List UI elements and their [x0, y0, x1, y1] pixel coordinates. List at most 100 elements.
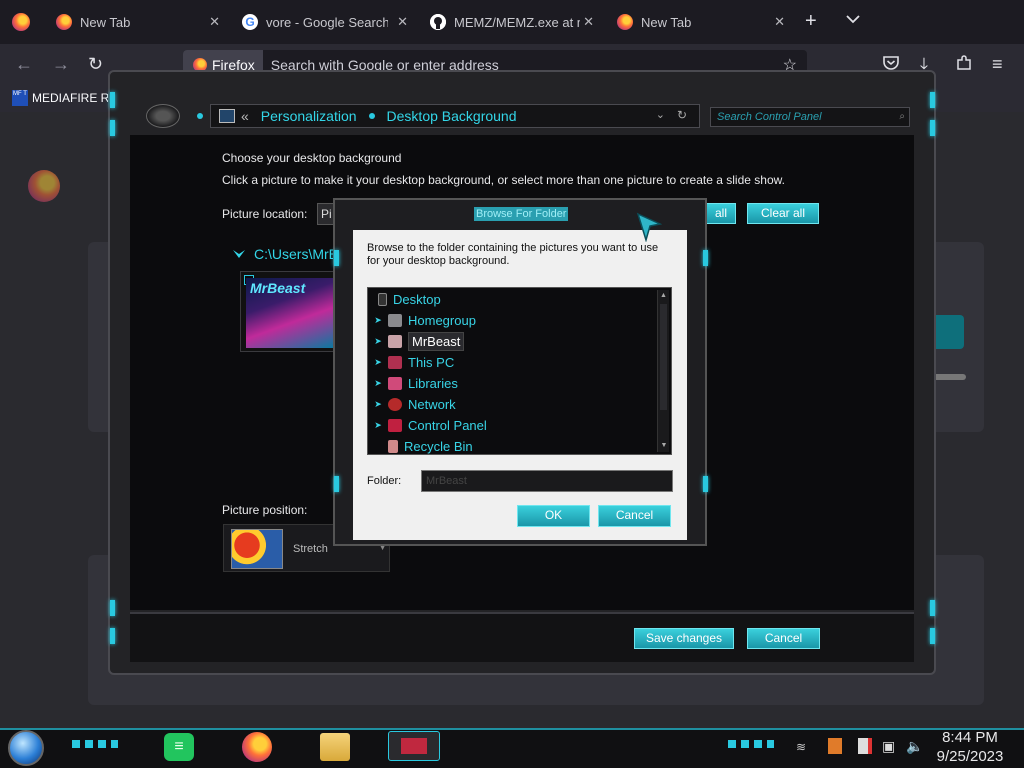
refresh-icon[interactable]: ↻	[677, 108, 687, 122]
scroll-down-icon[interactable]: ▼	[658, 440, 670, 452]
tab-github[interactable]: MEMZ/MEMZ.exe at m ✕	[430, 6, 594, 38]
control-panel-icon	[219, 109, 235, 123]
forward-arrow-icon[interactable]: →	[52, 54, 70, 75]
back-forward-orb-icon[interactable]	[146, 104, 180, 128]
dialog-cancel-button[interactable]: Cancel	[598, 505, 671, 527]
position-preview-image	[231, 529, 283, 569]
expand-arrow-icon[interactable]: ➤	[368, 336, 388, 347]
save-changes-button[interactable]: Save changes	[634, 628, 734, 649]
folder-input-value: MrBeast	[426, 475, 467, 487]
tab-title: New Tab	[641, 14, 692, 30]
mediafire-icon: MF T	[12, 90, 28, 106]
back-arrow-icon[interactable]: ←	[15, 54, 33, 75]
reload-icon[interactable]: ↻	[88, 54, 103, 75]
expand-arrow-icon[interactable]: ➤	[368, 357, 388, 368]
page-heading: Choose your desktop background	[222, 151, 402, 165]
extensions-icon[interactable]	[956, 55, 972, 76]
tree-item-desktop[interactable]: Desktop	[378, 289, 441, 310]
firefox-logo-icon	[28, 170, 60, 202]
tree-item-recycle-bin[interactable]: Recycle Bin	[388, 436, 473, 454]
tree-item-homegroup[interactable]: ➤ Homegroup	[368, 310, 476, 331]
tree-item-libraries[interactable]: ➤ Libraries	[368, 373, 458, 394]
address-dropdown-icon[interactable]: ⌄	[656, 108, 665, 121]
start-orb-icon[interactable]	[8, 730, 44, 766]
cancel-button[interactable]: Cancel	[747, 628, 820, 649]
notes-app-icon[interactable]: ≡	[164, 733, 194, 761]
bookmark-mediafire[interactable]: MF T MEDIAFIRE RO	[12, 90, 119, 106]
tree-item-control-panel[interactable]: ➤ Control Panel	[368, 415, 487, 436]
recycle-bin-icon	[388, 440, 398, 453]
tree-scrollbar[interactable]: ▲ ▼	[657, 290, 669, 452]
expand-arrow-icon[interactable]: ➤	[368, 399, 388, 410]
close-icon[interactable]: ✕	[397, 14, 408, 30]
new-tab-plus-icon[interactable]: +	[805, 10, 817, 33]
close-icon[interactable]: ✕	[774, 14, 785, 30]
breadcrumb-personalization[interactable]: Personalization	[261, 108, 357, 124]
control-panel-taskbar-icon[interactable]	[388, 731, 440, 761]
firefox-taskbar-icon[interactable]	[242, 732, 272, 762]
google-icon: G	[242, 14, 258, 30]
menu-hamburger-icon[interactable]: ≡	[992, 54, 1003, 75]
folder-tree[interactable]: Desktop ➤ Homegroup ➤ MrBeast ➤ This PC …	[367, 287, 672, 455]
wallpaper-thumbnail[interactable]: MrBeast	[240, 271, 336, 352]
action-center-flag-icon[interactable]	[858, 738, 872, 754]
bookmark-label: MEDIAFIRE RO	[32, 91, 119, 105]
tree-item-label: Network	[408, 397, 456, 412]
dialog-frame-accent	[703, 250, 708, 266]
dialog-cancel-label: Cancel	[615, 508, 654, 522]
picture-position-value: Stretch	[293, 543, 328, 555]
save-changes-label: Save changes	[645, 631, 723, 645]
mouse-cursor-icon	[636, 212, 663, 247]
tree-item-mrbeast[interactable]: ➤ MrBeast	[368, 331, 465, 352]
taskbar-clock[interactable]: 8:44 PM 9/25/2023	[930, 728, 1010, 766]
scroll-up-icon[interactable]: ▲	[658, 290, 669, 302]
picture-location-label: Picture location:	[222, 207, 308, 221]
tab-title: MEMZ/MEMZ.exe at m	[454, 14, 580, 30]
close-icon[interactable]: ✕	[209, 14, 220, 30]
expand-arrow-icon[interactable]: ➤	[368, 315, 388, 326]
cancel-label: Cancel	[764, 631, 803, 645]
clear-all-button[interactable]: Clear all	[747, 203, 819, 224]
expand-arrow-icon[interactable]: ➤	[368, 378, 388, 389]
volume-icon[interactable]: 🔈	[906, 738, 923, 755]
network-tray-icon[interactable]: ▣	[882, 738, 895, 755]
firefox-view-icon[interactable]	[12, 13, 30, 31]
breadcrumb-separator: «	[241, 108, 249, 124]
tree-item-this-pc[interactable]: ➤ This PC	[368, 352, 454, 373]
tab-list-chevron-icon[interactable]	[845, 12, 861, 30]
clear-all-label: Clear all	[760, 206, 805, 220]
select-all-button[interactable]: all	[706, 203, 736, 224]
ok-button[interactable]: OK	[517, 505, 590, 527]
tab-new-tab-2[interactable]: New Tab ✕	[617, 6, 785, 38]
picture-location-value: Pi	[321, 207, 332, 221]
tab-title: vore - Google Search	[266, 14, 388, 30]
file-explorer-icon[interactable]	[320, 733, 350, 761]
folder-group-header[interactable]: C:\Users\MrB	[232, 246, 338, 262]
homegroup-icon	[388, 314, 402, 327]
folder-input[interactable]: MrBeast	[421, 470, 673, 492]
control-panel-address-bar[interactable]: « Personalization Desktop Background ⌄ ↻	[210, 104, 700, 128]
tree-item-network[interactable]: ➤ Network	[368, 394, 456, 415]
tab-new-tab-1[interactable]: New Tab ✕	[56, 6, 220, 38]
control-panel-search-input[interactable]: Search Control Panel ⌕	[710, 107, 910, 127]
user-folder-icon	[388, 335, 402, 348]
tray-app-icon[interactable]	[828, 738, 842, 754]
tree-item-label: Recycle Bin	[404, 439, 473, 454]
firefox-icon	[617, 14, 633, 30]
show-hidden-icons-icon[interactable]: ≋	[796, 740, 806, 754]
taskbar-accent-left	[72, 740, 118, 748]
tab-google-search[interactable]: G vore - Google Search ✕	[242, 6, 408, 38]
frame-accent	[110, 628, 115, 644]
expand-arrow-icon[interactable]: ➤	[368, 420, 388, 431]
close-icon[interactable]: ✕	[583, 14, 594, 30]
computer-icon	[388, 356, 402, 369]
tree-item-label: MrBeast	[408, 332, 465, 351]
tree-item-label: Desktop	[393, 292, 441, 307]
scroll-thumb[interactable]	[660, 304, 667, 410]
dialog-frame-accent	[703, 476, 708, 492]
ok-label: OK	[544, 508, 563, 522]
dialog-frame-accent	[334, 250, 339, 266]
breadcrumb-desktop-background[interactable]: Desktop Background	[387, 108, 517, 124]
desktop-icon	[378, 293, 387, 306]
taskbar-accent-right	[728, 740, 774, 748]
